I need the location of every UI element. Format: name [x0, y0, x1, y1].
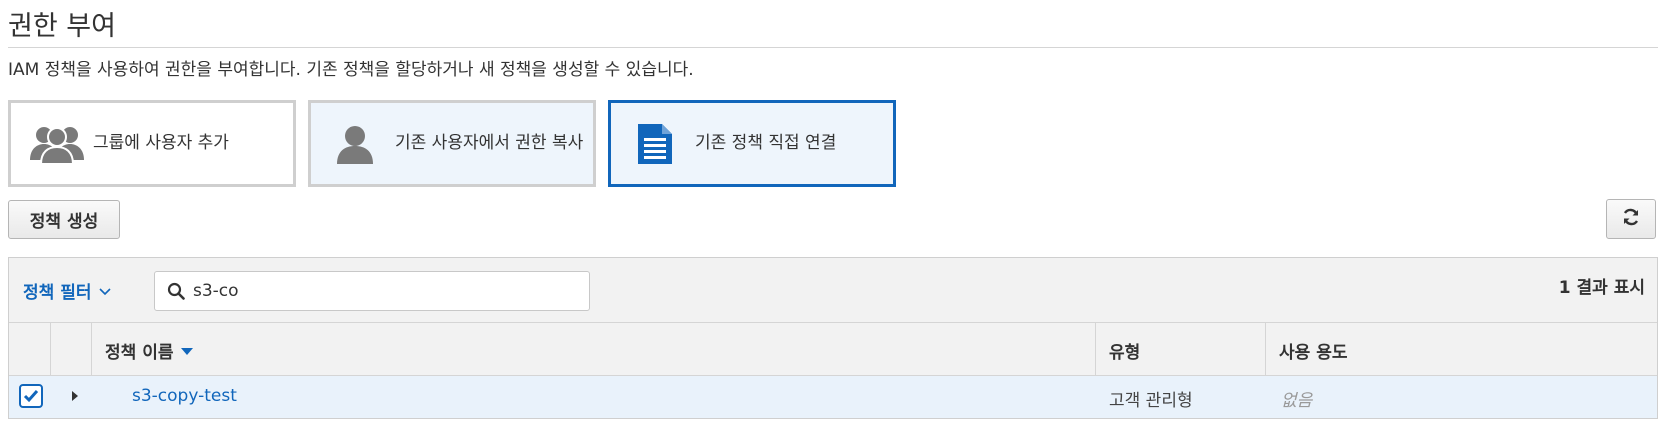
- title-divider: [8, 47, 1658, 48]
- caret-right-icon: [72, 391, 78, 401]
- create-policy-button[interactable]: 정책 생성: [8, 200, 120, 239]
- option-label: 그룹에 사용자 추가: [93, 133, 229, 153]
- column-label: 정책 이름: [105, 343, 174, 363]
- expand-row-toggle[interactable]: [65, 386, 85, 406]
- option-attach-policy[interactable]: 기존 정책 직접 연결: [608, 100, 896, 187]
- refresh-icon: [1621, 207, 1641, 232]
- column-header-policy-name[interactable]: 정책 이름: [105, 338, 194, 363]
- option-label: 기존 정책 직접 연결: [695, 133, 837, 153]
- filter-bar: 정책 필터 1 결과 표시: [9, 258, 1657, 323]
- policy-search: [154, 271, 590, 311]
- column-divider: [91, 323, 92, 375]
- policy-type: 고객 관리형: [1109, 391, 1193, 411]
- column-divider: [1265, 323, 1266, 375]
- column-header-usage[interactable]: 사용 용도: [1279, 338, 1347, 363]
- column-divider: [1095, 323, 1096, 375]
- user-icon: [327, 124, 383, 164]
- search-input[interactable]: [191, 280, 571, 302]
- option-add-to-group[interactable]: 그룹에 사용자 추가: [8, 100, 296, 187]
- page-title: 권한 부여: [8, 11, 116, 42]
- policy-filter-dropdown[interactable]: 정책 필터: [23, 278, 112, 303]
- users-icon: [25, 124, 89, 164]
- document-icon: [627, 122, 683, 166]
- table-header: 정책 이름 유형 사용 용도: [9, 323, 1657, 376]
- option-copy-permissions[interactable]: 기존 사용자에서 권한 복사: [308, 100, 596, 187]
- sort-descending-icon: [181, 341, 194, 361]
- column-header-type[interactable]: 유형: [1109, 338, 1140, 363]
- option-label: 기존 사용자에서 권한 복사: [395, 133, 584, 153]
- checkmark-icon: [23, 390, 39, 403]
- chevron-down-icon: [99, 281, 112, 301]
- filter-label: 정책 필터: [23, 283, 92, 303]
- permissions-page: 권한 부여 IAM 정책을 사용하여 권한을 부여합니다. 기존 정책을 할당하…: [0, 0, 1666, 430]
- column-divider: [50, 323, 51, 375]
- result-count: 1 결과 표시: [1558, 278, 1645, 298]
- row-checkbox[interactable]: [19, 384, 43, 408]
- search-icon: [161, 282, 191, 300]
- page-description: IAM 정책을 사용하여 권한을 부여합니다. 기존 정책을 할당하거나 새 정…: [8, 60, 694, 80]
- policy-usage: 없음: [1281, 391, 1313, 411]
- table-row[interactable]: s3-copy-test 고객 관리형 없음: [9, 376, 1657, 418]
- refresh-button[interactable]: [1606, 199, 1656, 239]
- policy-table: 정책 필터 1 결과 표시: [8, 257, 1658, 419]
- policy-name-link[interactable]: s3-copy-test: [132, 386, 237, 406]
